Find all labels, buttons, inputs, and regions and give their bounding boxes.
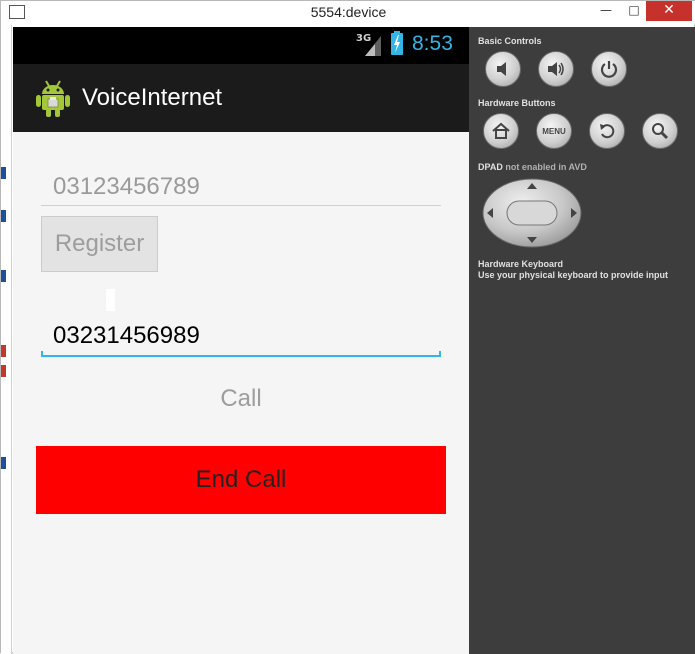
emulator-window: 5554:device — □ ✕ 3G 8:53 VoiceInternet … (0, 0, 695, 654)
menu-button[interactable]: MENU (536, 113, 572, 149)
minimize-button[interactable]: — (591, 1, 621, 21)
end-call-button[interactable]: End Call (36, 446, 446, 514)
volume-up-button[interactable] (538, 51, 574, 87)
hardware-keyboard-note: Use your physical keyboard to provide in… (478, 270, 669, 280)
home-icon (492, 122, 510, 139)
menu-label: MENU (542, 126, 566, 136)
call-button[interactable]: Call (141, 377, 341, 421)
strip-marker (1, 167, 6, 179)
hardware-buttons-heading: Hardware Buttons (478, 98, 556, 108)
volume-down-icon (497, 62, 506, 76)
back-button[interactable] (589, 113, 625, 149)
close-button[interactable]: ✕ (646, 1, 692, 21)
dpad-note: not enabled in AVD (505, 162, 587, 172)
power-button[interactable] (591, 51, 627, 87)
dpad-heading: DPAD not enabled in AVD (478, 162, 587, 172)
call-number-field-frame (41, 316, 441, 357)
hardware-keyboard-info: Hardware Keyboard Use your physical keyb… (478, 259, 668, 281)
volume-down-button[interactable] (485, 51, 521, 87)
strip-marker (1, 210, 6, 222)
background-window-strip (1, 25, 12, 654)
home-button[interactable] (483, 113, 519, 149)
search-button[interactable] (642, 113, 678, 149)
android-icon (36, 80, 70, 117)
basic-controls-heading: Basic Controls (478, 36, 542, 46)
field-edge (41, 351, 43, 357)
text-selection-handle (106, 289, 115, 311)
strip-marker (1, 365, 6, 377)
status-bar: 3G 8:53 (13, 27, 469, 64)
call-number-field[interactable] (41, 316, 441, 357)
dpad-control[interactable] (481, 177, 583, 249)
app-title: VoiceInternet (82, 84, 223, 111)
back-icon (600, 124, 615, 139)
signal-icon (365, 36, 381, 56)
dpad-label: DPAD (478, 162, 503, 172)
strip-marker (1, 457, 6, 469)
maximize-button[interactable]: □ (619, 1, 649, 21)
volume-up-icon (548, 62, 564, 76)
search-icon (652, 123, 669, 140)
hardware-keyboard-heading: Hardware Keyboard (478, 259, 564, 269)
emulator-controls-panel: Basic Controls Hardware Buttons MENU DPA… (469, 27, 695, 654)
strip-marker (1, 270, 6, 282)
register-number-field[interactable] (41, 168, 441, 206)
register-button[interactable]: Register (41, 216, 158, 272)
clock: 8:53 (412, 32, 453, 55)
title-bar: 5554:device — □ ✕ (1, 1, 695, 25)
field-edge (439, 351, 441, 357)
strip-marker (1, 345, 6, 357)
device-screen: 3G 8:53 VoiceInternet 03123456789 Regist… (13, 27, 469, 654)
dpad-center-button (506, 200, 558, 226)
action-bar: VoiceInternet (13, 64, 469, 132)
battery-charging-icon (391, 33, 403, 55)
power-icon (600, 61, 618, 78)
